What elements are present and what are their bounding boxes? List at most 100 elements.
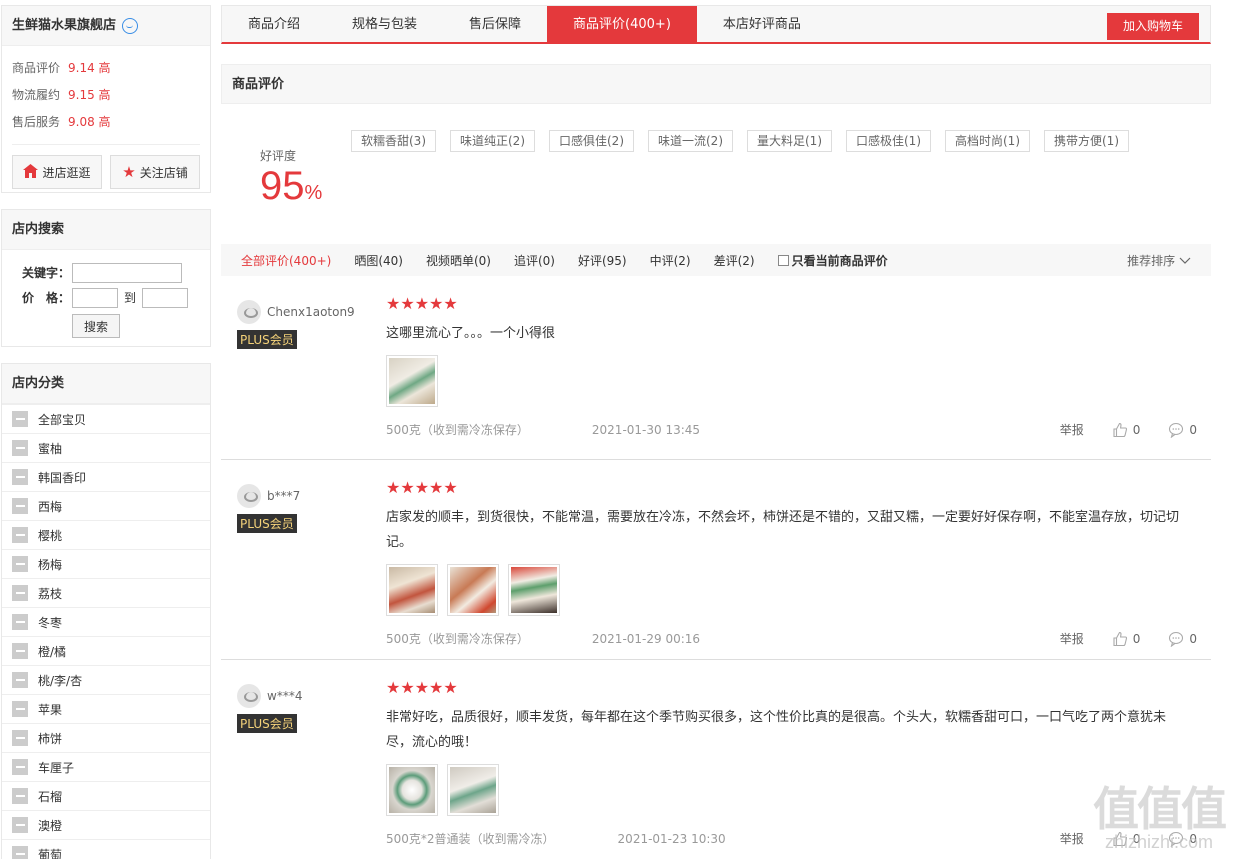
review-tag[interactable]: 高档时尚(1): [945, 130, 1030, 152]
follow-store-button[interactable]: ★ 关注店铺: [110, 155, 200, 189]
category-item[interactable]: 橙/橘: [2, 636, 210, 665]
current-product-only-checkbox[interactable]: 只看当前商品评价: [777, 252, 888, 269]
collapse-icon[interactable]: [12, 469, 28, 485]
store-name[interactable]: 生鲜猫水果旗舰店: [12, 6, 116, 46]
review-user: Chenx1aoton9 PLUS会员: [237, 300, 355, 349]
review-tag[interactable]: 味道一流(2): [648, 130, 733, 152]
collapse-icon[interactable]: [12, 788, 28, 804]
category-item[interactable]: 荔枝: [2, 578, 210, 607]
collapse-icon[interactable]: [12, 701, 28, 717]
collapse-icon[interactable]: [12, 846, 28, 859]
review-photo[interactable]: [386, 764, 438, 816]
collapse-icon[interactable]: [12, 614, 28, 630]
search-title: 店内搜索: [2, 210, 210, 250]
collapse-icon[interactable]: [12, 759, 28, 775]
review-date: 2021-01-29 00:16: [591, 632, 701, 646]
username: w***4: [267, 689, 303, 703]
search-button[interactable]: 搜索: [72, 314, 120, 338]
tab-product-intro[interactable]: 商品介绍: [222, 6, 326, 43]
collapse-icon[interactable]: [12, 672, 28, 688]
category-item[interactable]: 韩国香印: [2, 462, 210, 491]
category-item[interactable]: 石榴: [2, 781, 210, 810]
collapse-icon[interactable]: [12, 585, 28, 601]
category-label: 荔枝: [38, 586, 63, 601]
review-meta: 500克（收到需冷冻保存） 2021-01-30 13:45 举报 0 0: [386, 419, 1211, 441]
review-text: 这哪里流心了。。。一个小得很: [386, 326, 556, 341]
keyword-row: 关键字：: [22, 260, 210, 285]
category-item[interactable]: 樱桃: [2, 520, 210, 549]
star-icon: ★: [122, 162, 136, 181]
add-to-cart-button[interactable]: 加入购物车: [1107, 13, 1199, 40]
like-button[interactable]: 0: [1112, 628, 1140, 650]
store-search-box: 店内搜索 关键字： 价 格： 到 搜索: [1, 209, 211, 347]
report-link[interactable]: 举报: [1060, 628, 1084, 650]
price-min-input[interactable]: [72, 287, 118, 308]
review-photo[interactable]: [386, 355, 438, 407]
category-label: 冬枣: [38, 615, 63, 630]
review-photo[interactable]: [447, 764, 499, 816]
review-tag[interactable]: 量大料足(1): [747, 130, 832, 152]
filter-follow-up[interactable]: 追评(0): [514, 252, 555, 269]
category-item[interactable]: 杨梅: [2, 549, 210, 578]
review-photo[interactable]: [508, 564, 560, 616]
filter-photos[interactable]: 晒图(40): [354, 252, 403, 269]
collapse-icon[interactable]: [12, 817, 28, 833]
review-photo[interactable]: [447, 564, 499, 616]
tab-after-sales[interactable]: 售后保障: [443, 6, 547, 43]
collapse-icon[interactable]: [12, 556, 28, 572]
review-tag[interactable]: 软糯香甜(3): [351, 130, 436, 152]
collapse-icon[interactable]: [12, 730, 28, 746]
review-tag[interactable]: 味道纯正(2): [450, 130, 535, 152]
report-link[interactable]: 举报: [1060, 419, 1084, 441]
review-body: ★★★★★ 这哪里流心了。。。一个小得很 500克（收到需冷冻保存） 2021-0…: [386, 276, 1211, 441]
category-item[interactable]: 柿饼: [2, 723, 210, 752]
collapse-icon[interactable]: [12, 527, 28, 543]
category-label: 柿饼: [38, 731, 63, 746]
category-label: 澳橙: [38, 818, 63, 833]
category-item[interactable]: 车厘子: [2, 752, 210, 781]
review-item: w***4 PLUS会员 ★★★★★ 非常好吃，品质很好，顺丰发货，每年都在这个…: [221, 660, 1211, 859]
store-info-box: 生鲜猫水果旗舰店 商品评价 9.14 高 物流履约 9.15 高 售后服务 9.08 …: [1, 5, 211, 193]
review-tag[interactable]: 口感极佳(1): [846, 130, 931, 152]
category-item[interactable]: 桃/李/杏: [2, 665, 210, 694]
category-label: 全部宝贝: [38, 412, 87, 427]
category-item[interactable]: 蜜柚: [2, 433, 210, 462]
price-max-input[interactable]: [142, 287, 189, 308]
review-tag[interactable]: 口感俱佳(2): [549, 130, 634, 152]
comment-button[interactable]: 0: [1168, 419, 1197, 441]
checkbox-box[interactable]: [777, 254, 789, 266]
category-item[interactable]: 葡萄: [2, 839, 210, 859]
category-item[interactable]: 冬枣: [2, 607, 210, 636]
positive-rate-value: 95%: [260, 162, 322, 217]
filter-positive[interactable]: 好评(95): [578, 252, 627, 269]
sort-dropdown[interactable]: 推荐排序: [1127, 252, 1191, 269]
store-title: 生鲜猫水果旗舰店: [2, 6, 210, 46]
plus-member-badge: PLUS会员: [237, 330, 297, 349]
collapse-icon[interactable]: [12, 498, 28, 514]
filter-all[interactable]: 全部评价(400+): [241, 252, 331, 269]
filter-videos[interactable]: 视频晒单(0): [426, 252, 491, 269]
filter-neutral[interactable]: 中评(2): [650, 252, 691, 269]
category-item[interactable]: 全部宝贝: [2, 404, 210, 433]
review-body: ★★★★★ 店家发的顺丰，到货很快，不能常温，需要放在冷冻，不然会坏，柿饼还是不…: [386, 460, 1211, 650]
comment-button[interactable]: 0: [1168, 628, 1197, 650]
report-link[interactable]: 举报: [1060, 828, 1084, 850]
collapse-icon[interactable]: [12, 411, 28, 427]
tab-specs[interactable]: 规格与包装: [326, 6, 443, 43]
collapse-icon[interactable]: [12, 643, 28, 659]
filter-negative[interactable]: 差评(2): [714, 252, 755, 269]
avatar-icon: [237, 684, 261, 708]
enter-store-button[interactable]: 进店逛逛: [12, 155, 102, 189]
like-button[interactable]: 0: [1112, 419, 1140, 441]
category-item[interactable]: 西梅: [2, 491, 210, 520]
review-tag[interactable]: 携带方便(1): [1044, 130, 1129, 152]
review-photo[interactable]: [386, 564, 438, 616]
category-item[interactable]: 澳橙: [2, 810, 210, 839]
tab-reviews[interactable]: 商品评价(400+): [547, 6, 697, 43]
chat-icon[interactable]: [122, 17, 139, 34]
keyword-input[interactable]: [72, 262, 182, 283]
collapse-icon[interactable]: [12, 440, 28, 456]
price-label: 价 格：: [22, 291, 71, 305]
category-item[interactable]: 苹果: [2, 694, 210, 723]
tab-top-rated[interactable]: 本店好评商品: [697, 6, 827, 43]
